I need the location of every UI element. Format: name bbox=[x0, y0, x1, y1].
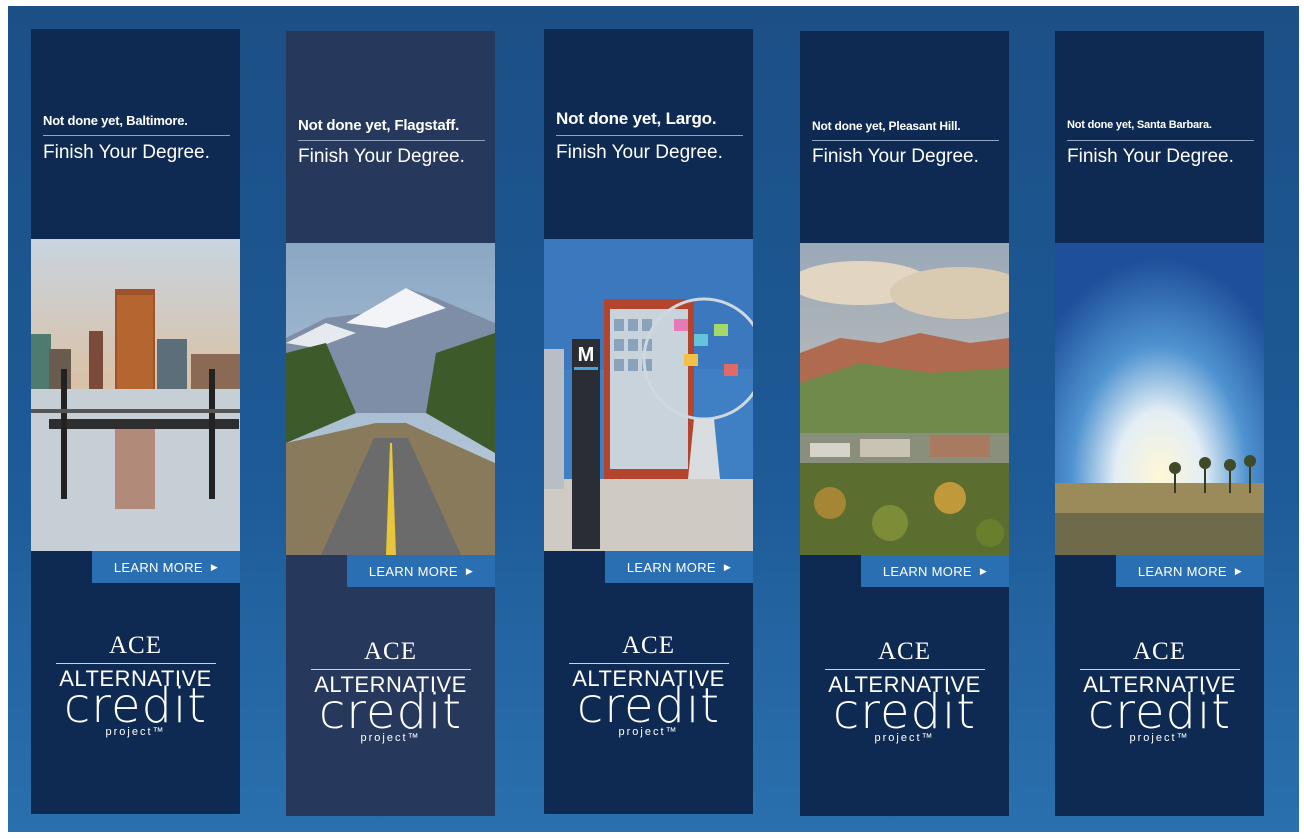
logo-divider bbox=[55, 663, 216, 664]
learn-more-button[interactable]: LEARN MORE ▶ bbox=[92, 551, 240, 583]
learn-more-button[interactable]: LEARN MORE ▶ bbox=[347, 555, 495, 587]
banner-flagstaff: Not done yet, Flagstaff. Finish Your Deg… bbox=[286, 31, 495, 816]
svg-text:M: M bbox=[578, 344, 595, 366]
banner-pleasant-hill: Not done yet, Pleasant Hill. Finish Your… bbox=[800, 31, 1009, 816]
logo-credit: credit bbox=[576, 678, 721, 734]
headline-divider bbox=[556, 135, 743, 136]
logo-ace: ACE bbox=[1133, 638, 1186, 665]
logo-ace: ACE bbox=[109, 632, 162, 659]
tagline: Finish Your Degree. bbox=[1067, 146, 1234, 167]
tagline: Finish Your Degree. bbox=[43, 142, 210, 163]
logo-divider bbox=[310, 669, 471, 670]
photo-santa-barbara-sunset bbox=[1055, 243, 1264, 555]
headline: Not done yet, Flagstaff. bbox=[298, 117, 460, 134]
play-arrow-icon: ▶ bbox=[210, 561, 219, 572]
play-arrow-icon: ▶ bbox=[1234, 565, 1243, 576]
headline: Not done yet, Baltimore. bbox=[43, 113, 188, 128]
learn-more-button[interactable]: LEARN MORE ▶ bbox=[1116, 555, 1264, 587]
banner-header: Not done yet, Pleasant Hill. Finish Your… bbox=[800, 31, 1009, 241]
logo-divider bbox=[824, 669, 985, 670]
logo-project: project™ bbox=[874, 732, 935, 744]
headline-divider bbox=[43, 135, 230, 136]
learn-more-label: LEARN MORE bbox=[882, 563, 972, 579]
logo-ace: ACE bbox=[878, 638, 931, 665]
headline-divider bbox=[298, 140, 485, 141]
photo-baltimore-skyline bbox=[31, 239, 240, 551]
ace-logo: ACE ALTERNATIVE credit project™ bbox=[800, 639, 1009, 759]
logo-project: project™ bbox=[1129, 732, 1190, 744]
tagline: Finish Your Degree. bbox=[812, 146, 979, 167]
headline-divider bbox=[1067, 140, 1254, 141]
photo-flagstaff-road bbox=[286, 243, 495, 555]
learn-more-label: LEARN MORE bbox=[368, 563, 458, 579]
learn-more-button[interactable]: LEARN MORE ▶ bbox=[861, 555, 1009, 587]
logo-divider bbox=[568, 663, 729, 664]
logo-credit: credit bbox=[63, 678, 208, 734]
banner-largo: Not done yet, Largo. Finish Your Degree. bbox=[544, 29, 753, 814]
learn-more-label: LEARN MORE bbox=[626, 559, 716, 575]
learn-more-button[interactable]: LEARN MORE ▶ bbox=[605, 551, 753, 583]
headline: Not done yet, Pleasant Hill. bbox=[812, 119, 961, 133]
banner-santa-barbara: Not done yet, Santa Barbara. Finish Your… bbox=[1055, 31, 1264, 816]
logo-credit: credit bbox=[318, 684, 463, 740]
logo-credit: credit bbox=[1087, 684, 1232, 740]
logo-ace: ACE bbox=[364, 638, 417, 665]
banner-header: Not done yet, Flagstaff. Finish Your Deg… bbox=[286, 31, 495, 241]
tagline: Finish Your Degree. bbox=[298, 146, 465, 167]
learn-more-label: LEARN MORE bbox=[1137, 563, 1227, 579]
banner-header: Not done yet, Largo. Finish Your Degree. bbox=[544, 29, 753, 239]
ace-logo: ACE ALTERNATIVE credit project™ bbox=[31, 633, 240, 753]
ace-logo: ACE ALTERNATIVE credit project™ bbox=[1055, 639, 1264, 759]
ace-logo: ACE ALTERNATIVE credit project™ bbox=[286, 639, 495, 759]
play-arrow-icon: ▶ bbox=[723, 561, 732, 572]
logo-project: project™ bbox=[105, 726, 166, 738]
play-arrow-icon: ▶ bbox=[979, 565, 988, 576]
photo-pleasant-hill-landscape bbox=[800, 243, 1009, 555]
logo-credit: credit bbox=[832, 684, 977, 740]
photo-largo-station: M bbox=[544, 239, 753, 551]
logo-project: project™ bbox=[360, 732, 421, 744]
banner-header: Not done yet, Santa Barbara. Finish Your… bbox=[1055, 31, 1264, 241]
headline: Not done yet, Largo. bbox=[556, 109, 717, 128]
ace-logo: ACE ALTERNATIVE credit project™ bbox=[544, 633, 753, 753]
logo-divider bbox=[1079, 669, 1240, 670]
logo-project: project™ bbox=[618, 726, 679, 738]
headline-divider bbox=[812, 140, 999, 141]
banner-baltimore: Not done yet, Baltimore. Finish Your Deg… bbox=[31, 29, 240, 814]
headline: Not done yet, Santa Barbara. bbox=[1067, 119, 1212, 131]
logo-ace: ACE bbox=[622, 632, 675, 659]
play-arrow-icon: ▶ bbox=[465, 565, 474, 576]
ad-gallery: Not done yet, Baltimore. Finish Your Deg… bbox=[8, 6, 1299, 832]
tagline: Finish Your Degree. bbox=[556, 142, 723, 163]
learn-more-label: LEARN MORE bbox=[113, 559, 203, 575]
banner-header: Not done yet, Baltimore. Finish Your Deg… bbox=[31, 29, 240, 239]
